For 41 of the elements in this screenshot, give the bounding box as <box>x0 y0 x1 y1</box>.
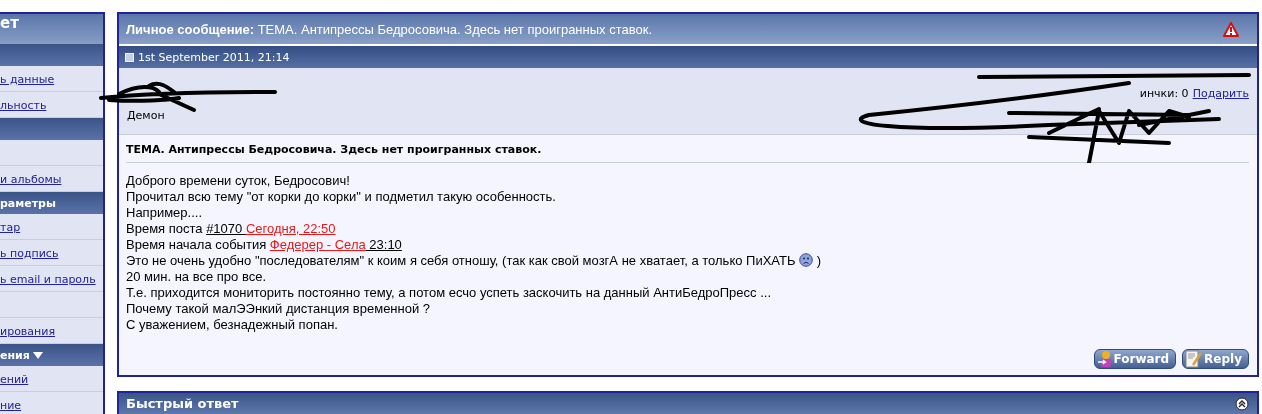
post-link[interactable]: #1070 <box>206 221 246 236</box>
document-icon <box>125 52 134 62</box>
sidebar-link[interactable]: ирования <box>0 325 56 338</box>
person-arrow-icon <box>1096 350 1113 368</box>
post-date: 1st September 2011, 21:14 <box>138 50 290 64</box>
sidebar-header[interactable]: раметры <box>0 192 103 214</box>
message-line: 20 мин. на все про все. <box>126 269 267 285</box>
sidebar-link[interactable]: льность <box>0 99 47 112</box>
sidebar-link[interactable]: ь данные <box>0 73 55 86</box>
reply-button[interactable]: Reply <box>1182 349 1249 369</box>
post-link[interactable]: Сегодня, 22:50 <box>245 221 336 236</box>
message-title: Личное сообщение: ТЕМА. Антипрессы Бедросовича. Здесь нет проигранных ставок. <box>126 21 652 37</box>
sidebar-header[interactable]: ения <box>0 344 103 366</box>
message-line: Время поста #1070 Сегодня, 22:50 <box>126 221 337 237</box>
gift-link[interactable]: Подарить <box>1192 87 1249 100</box>
forward-button[interactable]: Forward <box>1093 349 1177 369</box>
message-line: Т.е. приходится мониторить постоянно тему, а потом есчо успеть заскочить на данный АнтиБедроПресс ... <box>126 285 772 301</box>
sidebar-title: ет <box>0 12 103 44</box>
message-line: Например.... <box>126 205 203 221</box>
sad-face-icon <box>799 253 814 267</box>
post-link[interactable]: Федерер - Села <box>269 237 366 252</box>
document-pencil-icon <box>1185 350 1204 368</box>
message-line: Доброго времени суток, Бедросович! <box>126 173 351 189</box>
user-title: Демон <box>127 109 165 122</box>
sidebar-link[interactable]: тар <box>0 221 21 234</box>
sidebar-link[interactable]: ений <box>0 373 29 386</box>
warning-icon[interactable] <box>1223 21 1239 37</box>
sidebar-link[interactable]: ь email и пароль <box>0 273 96 286</box>
sidebar-link[interactable]: ние <box>0 399 22 412</box>
sidebar-link[interactable]: ь подпись <box>0 247 59 260</box>
collapse-icon[interactable] <box>1235 396 1249 411</box>
message-subject: ТЕМА. Антипрессы Бедросовича. Здесь нет проигранных ставок. <box>126 143 1249 163</box>
post-link[interactable]: 23:10 <box>365 237 402 252</box>
message-line: С уважением, безнадежный попан. <box>126 317 339 333</box>
quick-reply-title: Быстрый ответ <box>126 396 239 411</box>
sidebar-link[interactable]: и альбомы <box>0 173 62 186</box>
message-line: Прочитал всю тему "от корки до корки" и подметил такую особенность. <box>126 189 557 205</box>
message-line: Время начала события Федерер - Села 23:10 <box>126 237 403 253</box>
message-line: Почему такой малЭЭнкий дистанция временной ? <box>126 301 432 317</box>
message-line: Это не очень удобно "последователям" к коим я себя отношу, (так как свой мозгА не хватает, а только ПиХАТЬ ) <box>126 253 823 269</box>
user-stat: инчки: 0 <box>1139 87 1189 100</box>
